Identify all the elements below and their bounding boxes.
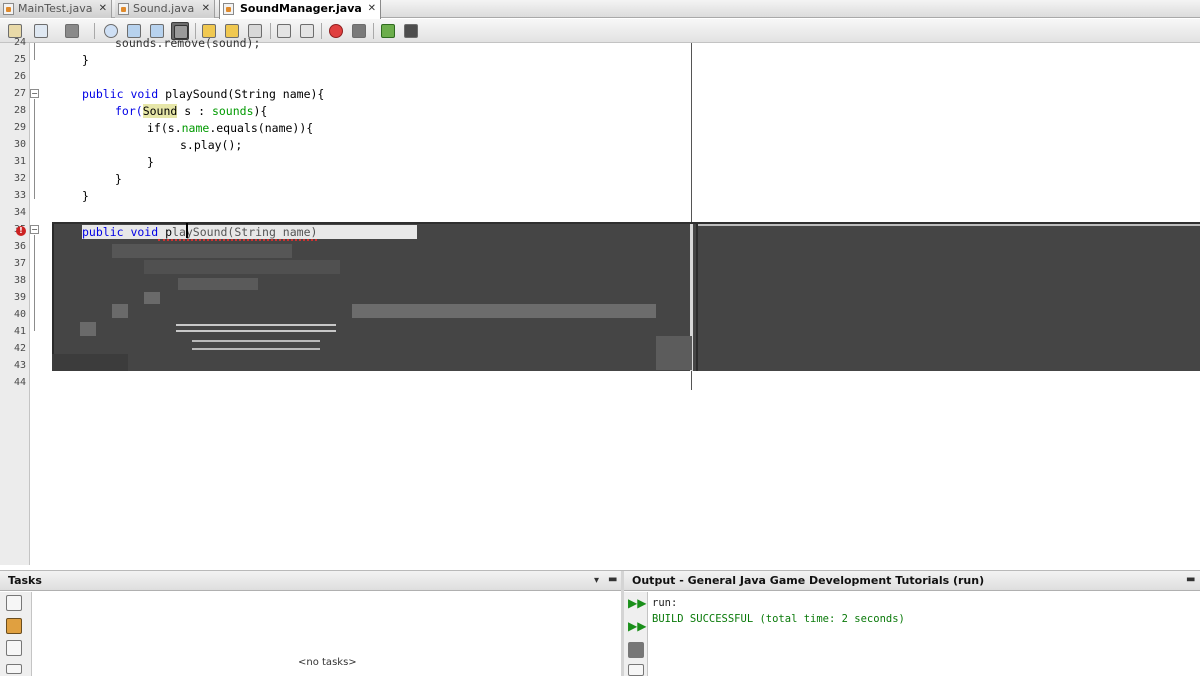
close-icon[interactable]: ✕ (202, 0, 210, 18)
output-line: run: (652, 597, 678, 609)
rerun-with-options-icon[interactable]: ▶▶ (628, 619, 646, 633)
code-line-29[interactable]: if(s.name.equals(name)){ (147, 121, 313, 135)
line-number: 31 (13, 156, 26, 167)
task-group-icon[interactable] (6, 640, 22, 656)
tasks-filter-toolbar (0, 592, 32, 676)
code-text: if(s. (147, 121, 182, 135)
settings-icon[interactable] (628, 664, 644, 676)
line-number: 24 (13, 37, 26, 48)
last-edit-icon[interactable] (32, 22, 50, 40)
line-number: 42 (13, 343, 26, 354)
tab-label: Sound.java (133, 2, 195, 15)
fold-guide (34, 43, 35, 60)
code-line-31[interactable]: } (147, 155, 154, 169)
line-number: 44 (13, 377, 26, 388)
fold-guide (34, 99, 35, 199)
error-icon[interactable]: ! (16, 226, 26, 236)
tab-label: MainTest.java (18, 2, 93, 15)
rerun-icon[interactable]: ▶▶ (628, 596, 646, 610)
toolbar-separator (373, 23, 374, 39)
field-ref: sounds (211, 104, 254, 118)
code-line-27[interactable]: public void playSound(String name){ (82, 87, 324, 101)
tab-label: SoundManager.java (240, 2, 362, 15)
code-line-24[interactable]: sounds.remove(sound); (115, 36, 260, 50)
code-text: .equals(name)){ (209, 121, 314, 135)
fold-toggle-icon[interactable]: − (30, 225, 39, 234)
bottom-panels: Tasks ▾ ▬ <no tasks> Output - General Ja… (0, 570, 1200, 676)
close-icon[interactable]: ✕ (99, 0, 107, 18)
code-text: s : (177, 104, 212, 118)
line-number: 34 (13, 207, 26, 218)
tasks-panel-header[interactable]: Tasks (0, 571, 621, 591)
line-number: 39 (13, 292, 26, 303)
empty-tasks-message: <no tasks> (298, 657, 357, 668)
panel-menu-icon[interactable]: ▾ (594, 575, 599, 586)
line-number: 29 (13, 122, 26, 133)
rendering-artifact (52, 222, 1200, 371)
navigate-icon[interactable] (63, 22, 81, 40)
code-line-35[interactable]: public void playSound(String name) (82, 225, 417, 241)
panel-title: Tasks (8, 574, 42, 587)
start-macro-icon[interactable] (327, 22, 345, 40)
line-number: 25 (13, 54, 26, 65)
line-number: 40 (13, 309, 26, 320)
line-number: 26 (13, 71, 26, 82)
output-panel-header[interactable]: Output - General Java Game Development T… (624, 571, 1200, 591)
comment-icon[interactable] (379, 22, 397, 40)
uncomment-icon[interactable] (402, 22, 420, 40)
keyword: public void (82, 225, 159, 239)
code-text: laySound(String name) (172, 225, 318, 239)
text-caret (186, 223, 188, 238)
shift-right-icon[interactable] (298, 22, 316, 40)
code-line-33[interactable]: } (82, 189, 89, 203)
output-toolbar: ▶▶ ▶▶ (624, 592, 648, 676)
java-file-icon (223, 3, 234, 15)
minimize-icon[interactable]: ▬ (608, 574, 617, 585)
code-line-25[interactable]: } (82, 53, 89, 67)
line-number: 33 (13, 190, 26, 201)
tab-maintest[interactable]: MainTest.java ✕ (0, 0, 112, 18)
close-icon[interactable]: ✕ (368, 0, 376, 18)
task-filter-icon[interactable] (6, 595, 22, 611)
line-number: 38 (13, 275, 26, 286)
panel-title: Output - General Java Game Development T… (632, 574, 985, 587)
task-scope-icon[interactable] (6, 618, 22, 634)
toolbar-separator (270, 23, 271, 39)
shift-left-icon[interactable] (275, 22, 293, 40)
editor-tab-bar: MainTest.java ✕ Sound.java ✕ SoundManage… (0, 0, 1200, 19)
toolbar-separator (321, 23, 322, 39)
minimize-icon[interactable]: ▬ (1186, 574, 1195, 585)
highlighted-type: Sound (142, 104, 178, 118)
task-options-icon[interactable] (6, 664, 22, 674)
line-number: 27 (13, 88, 26, 99)
java-file-icon (3, 3, 14, 15)
line-number: 30 (13, 139, 26, 150)
toolbar-separator (94, 23, 95, 39)
java-file-icon (118, 3, 129, 15)
code-text: playSound(String name){ (158, 87, 325, 101)
line-number: 36 (13, 241, 26, 252)
code-line-32[interactable]: } (115, 172, 122, 186)
fold-toggle-icon[interactable]: − (30, 89, 39, 98)
stop-icon[interactable] (628, 642, 644, 658)
line-number: 41 (13, 326, 26, 337)
code-text: p (158, 225, 173, 239)
line-number: 37 (13, 258, 26, 269)
stop-macro-icon[interactable] (350, 22, 368, 40)
line-number: 43 (13, 360, 26, 371)
code-line-30[interactable]: s.play(); (180, 138, 242, 152)
field-ref: name (181, 121, 210, 135)
line-number: 28 (13, 105, 26, 116)
code-line-28[interactable]: for(Sound s : sounds){ (115, 104, 267, 118)
fold-guide (34, 235, 35, 331)
line-number: 32 (13, 173, 26, 184)
tab-sound[interactable]: Sound.java ✕ (115, 0, 215, 18)
error-code-text: playSound(String name) (158, 225, 318, 241)
tab-soundmanager[interactable]: SoundManager.java ✕ (219, 0, 381, 19)
code-text: ){ (253, 104, 268, 118)
keyword: public void (82, 87, 159, 101)
build-status-line: BUILD SUCCESSFUL (total time: 2 seconds) (652, 613, 905, 625)
keyword: for( (115, 104, 143, 118)
